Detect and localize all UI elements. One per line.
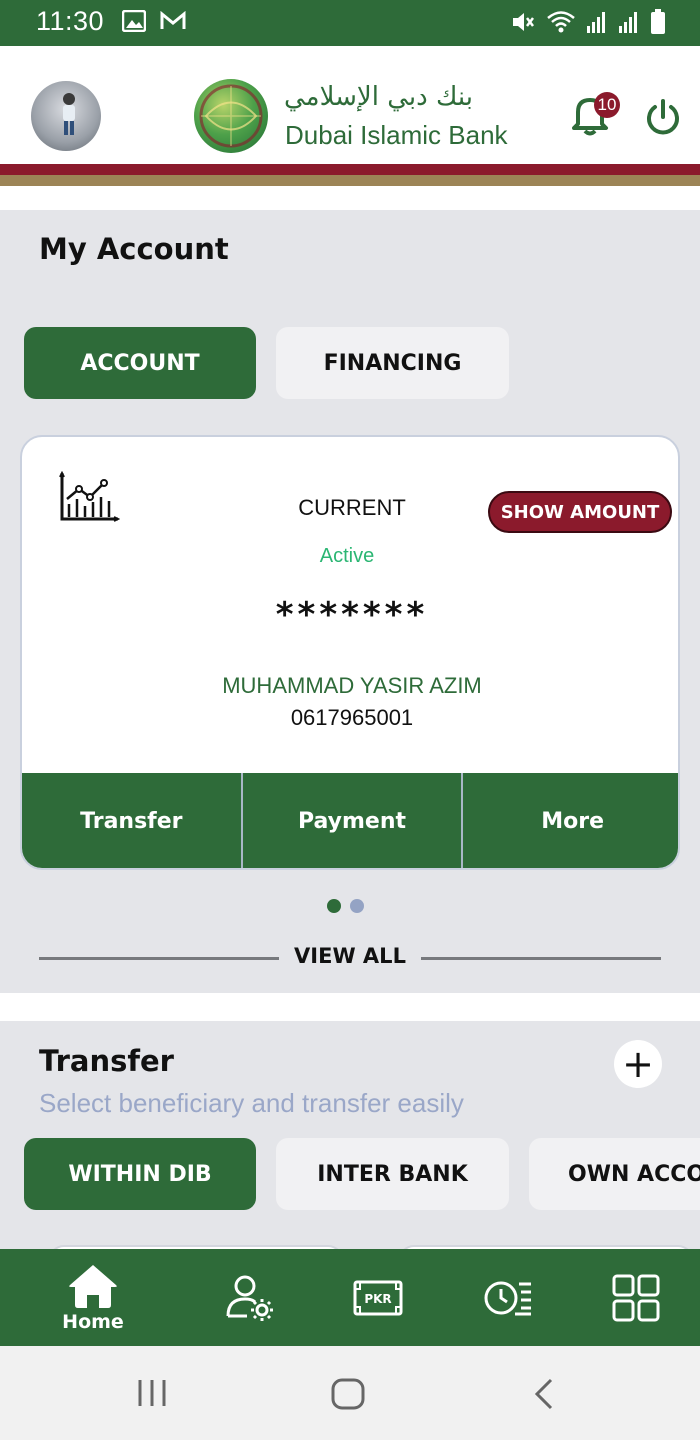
header-stripe-maroon <box>0 164 700 175</box>
profile-photo <box>63 93 75 135</box>
transfer-title: Transfer <box>39 1044 174 1078</box>
notification-badge: 10 <box>594 92 620 118</box>
masked-balance: ******* <box>275 595 429 635</box>
payment-button[interactable]: Payment <box>240 773 462 868</box>
history-icon <box>484 1281 531 1315</box>
bank-logo-emblem <box>194 79 268 153</box>
home-system-icon[interactable] <box>330 1377 366 1411</box>
pager-dot[interactable] <box>350 899 364 913</box>
nav-pkr[interactable]: PKR <box>333 1249 423 1346</box>
nav-home-label: Home <box>62 1310 124 1333</box>
nav-home[interactable]: Home <box>48 1249 138 1346</box>
transfer-subtitle: Select beneficiary and transfer easily <box>39 1088 464 1118</box>
view-all-link[interactable]: VIEW ALL <box>0 944 700 968</box>
status-time: 11:30 <box>36 6 105 36</box>
account-status: Active <box>319 545 375 567</box>
app-header: بنك دبي الإسلامي Dubai Islamic Bank 10 <box>0 46 700 164</box>
nav-history[interactable] <box>463 1249 553 1346</box>
tab-account[interactable]: ACCOUNT <box>24 327 256 399</box>
home-icon <box>69 1264 117 1308</box>
image-icon <box>122 10 146 32</box>
avatar[interactable] <box>31 81 101 151</box>
power-icon[interactable] <box>644 98 682 136</box>
my-account-title: My Account <box>39 232 229 266</box>
bottom-nav: Home PKR <box>0 1249 700 1346</box>
back-icon[interactable] <box>532 1377 556 1411</box>
card-actions: Transfer Payment More <box>22 773 678 868</box>
gmail-icon <box>160 11 186 29</box>
transfer-button[interactable]: Transfer <box>22 773 241 868</box>
user-settings-icon <box>226 1275 273 1321</box>
grid-menu-icon <box>612 1274 660 1321</box>
tab-within-dib[interactable]: WITHIN DIB <box>24 1138 256 1210</box>
bank-name-arabic: بنك دبي الإسلامي <box>284 82 473 112</box>
account-holder-name: MUHAMMAD YASIR AZIM <box>222 673 482 698</box>
signal-roaming-icon <box>619 12 637 33</box>
signal-icon <box>587 12 605 33</box>
bank-name-english: Dubai Islamic Bank <box>285 120 508 150</box>
header-stripe-gold <box>0 175 700 186</box>
wifi-icon <box>547 11 575 33</box>
battery-icon <box>651 9 665 34</box>
system-nav-bar <box>0 1346 700 1440</box>
more-button[interactable]: More <box>461 773 678 868</box>
account-card[interactable]: CURRENT SHOW AMOUNT Active ******* MUHAM… <box>20 435 680 870</box>
tab-own-account[interactable]: OWN ACCO <box>529 1138 700 1210</box>
recent-apps-icon[interactable] <box>136 1378 168 1408</box>
show-amount-button[interactable]: SHOW AMOUNT <box>488 491 672 533</box>
account-number: 0617965001 <box>290 705 414 730</box>
add-beneficiary-button[interactable]: + <box>614 1040 662 1088</box>
nav-menu[interactable] <box>591 1249 681 1346</box>
status-bar: 11:30 <box>0 0 700 46</box>
currency-note-icon: PKR <box>353 1280 403 1315</box>
tab-inter-bank[interactable]: INTER BANK <box>276 1138 509 1210</box>
nav-profile-settings[interactable] <box>205 1249 295 1346</box>
tab-financing[interactable]: FINANCING <box>276 327 509 399</box>
mute-icon <box>513 13 534 31</box>
pkr-label: PKR <box>364 1292 391 1306</box>
pager-dot-active[interactable] <box>327 899 341 913</box>
